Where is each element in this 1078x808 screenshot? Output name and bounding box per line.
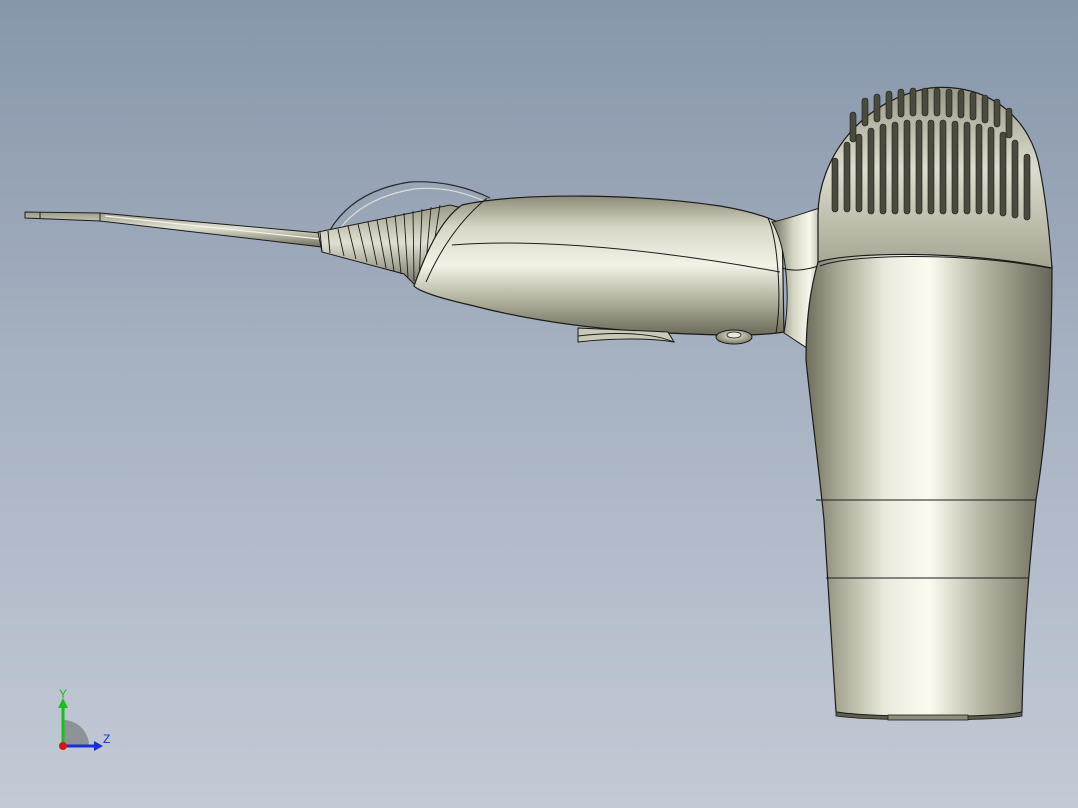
orientation-triad: Y Z bbox=[48, 684, 128, 760]
dryer-handle bbox=[805, 252, 1053, 721]
z-axis-label: Z bbox=[103, 732, 111, 746]
y-axis-label: Y bbox=[59, 687, 68, 701]
graphics-viewport[interactable]: Y Z bbox=[0, 0, 1078, 808]
air-intake-grille bbox=[817, 86, 1053, 269]
hair-dryer-model[interactable] bbox=[0, 0, 1078, 808]
cool-shot-button bbox=[715, 329, 753, 345]
dryer-barrel bbox=[413, 195, 785, 336]
